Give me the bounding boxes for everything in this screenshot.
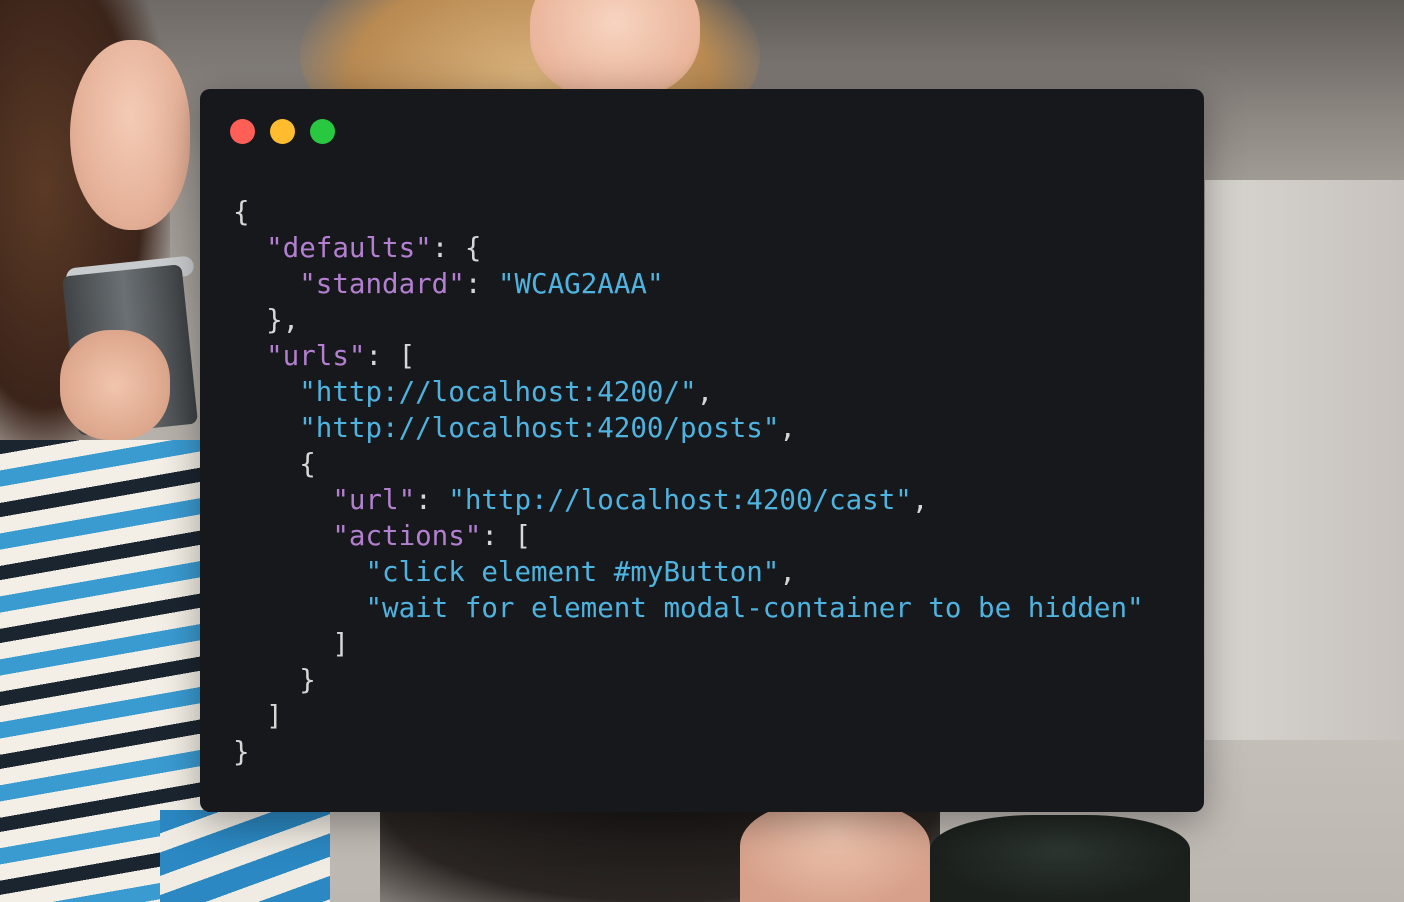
json-punctuation bbox=[233, 376, 299, 408]
json-punctuation: : [ bbox=[365, 340, 416, 372]
code-line: { bbox=[233, 446, 1144, 482]
code-line: "click element #myButton", bbox=[233, 554, 1144, 590]
zoom-button[interactable] bbox=[310, 119, 335, 144]
code-line: } bbox=[233, 662, 1144, 698]
code-line: "wait for element modal-container to be … bbox=[233, 590, 1144, 626]
json-punctuation: { bbox=[233, 448, 316, 480]
json-punctuation: ] bbox=[233, 628, 349, 660]
json-punctuation: ] bbox=[233, 700, 283, 732]
json-punctuation: } bbox=[233, 664, 316, 696]
code-block: { "defaults": { "standard": "WCAG2AAA" }… bbox=[233, 194, 1144, 770]
json-key: "urls" bbox=[266, 340, 366, 372]
json-string: "WCAG2AAA" bbox=[497, 268, 664, 300]
json-punctuation: , bbox=[779, 556, 796, 588]
handbag bbox=[930, 815, 1190, 902]
json-punctuation bbox=[233, 268, 299, 300]
json-punctuation: }, bbox=[233, 304, 300, 336]
hand bbox=[60, 330, 170, 440]
close-button[interactable] bbox=[230, 119, 255, 144]
code-line: "urls": [ bbox=[233, 338, 1144, 374]
code-line: "actions": [ bbox=[233, 518, 1144, 554]
background-pillar bbox=[1205, 180, 1404, 740]
json-punctuation: , bbox=[779, 412, 796, 444]
window-controls bbox=[230, 119, 335, 144]
code-line: "http://localhost:4200/posts", bbox=[233, 410, 1144, 446]
code-line: { bbox=[233, 194, 1144, 230]
json-string: "wait for element modal-container to be … bbox=[365, 592, 1144, 624]
code-line: } bbox=[233, 734, 1144, 770]
json-punctuation bbox=[233, 412, 299, 444]
json-string: "http://localhost:4200/posts" bbox=[299, 412, 780, 444]
json-punctuation bbox=[233, 340, 266, 372]
json-punctuation: : bbox=[415, 484, 449, 516]
striped-skirt bbox=[160, 810, 330, 902]
json-punctuation bbox=[233, 484, 332, 516]
json-string: "click element #myButton" bbox=[365, 556, 780, 588]
json-punctuation: , bbox=[696, 376, 714, 408]
json-punctuation bbox=[233, 592, 365, 624]
json-punctuation: : [ bbox=[481, 520, 532, 552]
json-string: "http://localhost:4200/" bbox=[299, 376, 697, 408]
json-punctuation bbox=[233, 232, 266, 264]
json-string: "http://localhost:4200/cast" bbox=[448, 484, 912, 516]
json-punctuation: : { bbox=[431, 232, 482, 264]
code-line: ] bbox=[233, 698, 1144, 734]
json-punctuation: : bbox=[464, 268, 498, 300]
json-punctuation: { bbox=[233, 196, 250, 228]
json-key: "actions" bbox=[332, 520, 482, 552]
code-line: "standard": "WCAG2AAA" bbox=[233, 266, 1144, 302]
code-line: "http://localhost:4200/", bbox=[233, 374, 1144, 410]
code-line: }, bbox=[233, 302, 1144, 338]
code-window: { "defaults": { "standard": "WCAG2AAA" }… bbox=[200, 89, 1204, 812]
json-punctuation bbox=[233, 556, 365, 588]
json-punctuation bbox=[233, 520, 332, 552]
code-line: "defaults": { bbox=[233, 230, 1144, 266]
json-key: "url" bbox=[332, 484, 416, 516]
json-punctuation: , bbox=[911, 484, 929, 516]
code-line: ] bbox=[233, 626, 1144, 662]
left-person-face bbox=[70, 40, 190, 230]
json-punctuation: } bbox=[233, 736, 250, 768]
json-key: "defaults" bbox=[266, 232, 432, 264]
code-line: "url": "http://localhost:4200/cast", bbox=[233, 482, 1144, 518]
knee bbox=[740, 800, 930, 902]
minimize-button[interactable] bbox=[270, 119, 295, 144]
json-key: "standard" bbox=[299, 268, 465, 300]
